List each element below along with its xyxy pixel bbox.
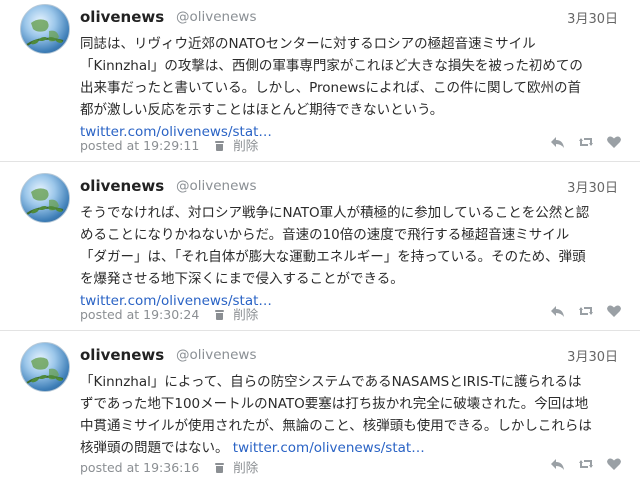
tweet-date[interactable]: 3月30日 (567, 177, 618, 196)
tweet-text: 同誌は、リヴィウ近郊のNATOセンターに対するロシアの極超音速ミサイル 「Kin… (80, 33, 624, 143)
retweet-icon[interactable] (578, 135, 594, 149)
delete-button[interactable]: 削除 (233, 138, 258, 153)
tweet: olivenews @olivenews 3月30日 「Kinnzhal」によっ… (0, 338, 640, 484)
trash-icon[interactable] (215, 463, 225, 473)
tweet-text-line: そうでなければ、対ロシア戦争にNATO軍人が積極的に参加していることを公然と認 (80, 205, 590, 221)
trash-icon[interactable] (215, 310, 225, 320)
avatar[interactable] (20, 4, 70, 54)
tweet: olivenews @olivenews 3月30日 そうでなければ、対ロシア戦… (0, 169, 640, 331)
tweet-actions (550, 457, 622, 471)
tweet-text-line: 核弾頭の問題ではない。 twitter.com/olivenews/stat… (80, 437, 624, 459)
tweet-text-line: 「Kinnzhal」の攻撃は、西側の軍事専門家がこれほど大きな損失を被った初めて… (80, 58, 583, 74)
heart-icon[interactable] (606, 304, 622, 318)
avatar[interactable] (20, 173, 70, 223)
heart-icon[interactable] (606, 135, 622, 149)
tweet-text: そうでなければ、対ロシア戦争にNATO軍人が積極的に参加していることを公然と認 … (80, 202, 624, 312)
avatar[interactable] (20, 342, 70, 392)
display-name[interactable]: olivenews (80, 8, 164, 26)
reply-icon[interactable] (550, 135, 566, 149)
tweet-text-fragment: 核弾頭の問題ではない。 (80, 440, 233, 456)
tweet-text-line: 都が激しい反応を示すことはほとんど期待できないという。 (80, 102, 444, 118)
display-name[interactable]: olivenews (80, 177, 164, 195)
heart-icon[interactable] (606, 457, 622, 471)
tweet-actions (550, 304, 622, 318)
globe-icon (26, 357, 64, 384)
retweet-icon[interactable] (578, 457, 594, 471)
tweet-link[interactable]: twitter.com/olivenews/stat… (233, 440, 425, 456)
user-handle[interactable]: @olivenews (176, 9, 257, 25)
tweet-text-line: 「ダガー」は、「それ自体が膨大な運動エネルギー」を持っている。そのため、弾頭 (80, 249, 586, 265)
delete-button[interactable]: 削除 (233, 307, 258, 322)
tweet-actions (550, 135, 622, 149)
tweet-meta: posted at 19:36:16 削除 (80, 457, 258, 476)
tweet-meta: posted at 19:29:11 削除 (80, 135, 258, 154)
tweet-text-line: めることになりかねないからだ。音速の10倍の速度で飛行する極超音速ミサイル (80, 227, 570, 243)
tweet-text-line: 同誌は、リヴィウ近郊のNATOセンターに対するロシアの極超音速ミサイル (80, 36, 536, 52)
posted-at: posted at 19:29:11 (80, 138, 200, 153)
tweet-text-line: を爆発させる地下深くにまで侵入することができる。 (80, 271, 404, 287)
globe-icon (26, 19, 64, 46)
tweet-text-line: 「Kinnzhal」によって、自らの防空システムであるNASAMSとIRIS-T… (80, 374, 582, 390)
tweet-meta: posted at 19:30:24 削除 (80, 304, 258, 323)
retweet-icon[interactable] (578, 304, 594, 318)
reply-icon[interactable] (550, 304, 566, 318)
tweet-text-line: 出来事だったと書いている。しかし、Pronewsによれば、この件に関して欧州の首 (80, 80, 582, 96)
delete-button[interactable]: 削除 (233, 460, 258, 475)
reply-icon[interactable] (550, 457, 566, 471)
globe-icon (26, 188, 64, 215)
tweet-date[interactable]: 3月30日 (567, 346, 618, 365)
user-handle[interactable]: @olivenews (176, 178, 257, 194)
tweet-text-line: ずであった地下100メートルのNATO要塞は打ち抜かれ完全に破壊された。今回は地 (80, 396, 589, 412)
display-name[interactable]: olivenews (80, 346, 164, 364)
tweet-text: 「Kinnzhal」によって、自らの防空システムであるNASAMSとIRIS-T… (80, 371, 624, 459)
tweet-feed: olivenews @olivenews 3月30日 同誌は、リヴィウ近郊のNA… (0, 0, 640, 484)
tweet: olivenews @olivenews 3月30日 同誌は、リヴィウ近郊のNA… (0, 0, 640, 162)
trash-icon[interactable] (215, 141, 225, 151)
posted-at: posted at 19:30:24 (80, 307, 200, 322)
tweet-date[interactable]: 3月30日 (567, 8, 618, 27)
posted-at: posted at 19:36:16 (80, 460, 200, 475)
tweet-text-line: 中貫通ミサイルが使用されたが、無論のこと、核弾頭も使用できる。しかしこれらは (80, 418, 592, 434)
user-handle[interactable]: @olivenews (176, 347, 257, 363)
